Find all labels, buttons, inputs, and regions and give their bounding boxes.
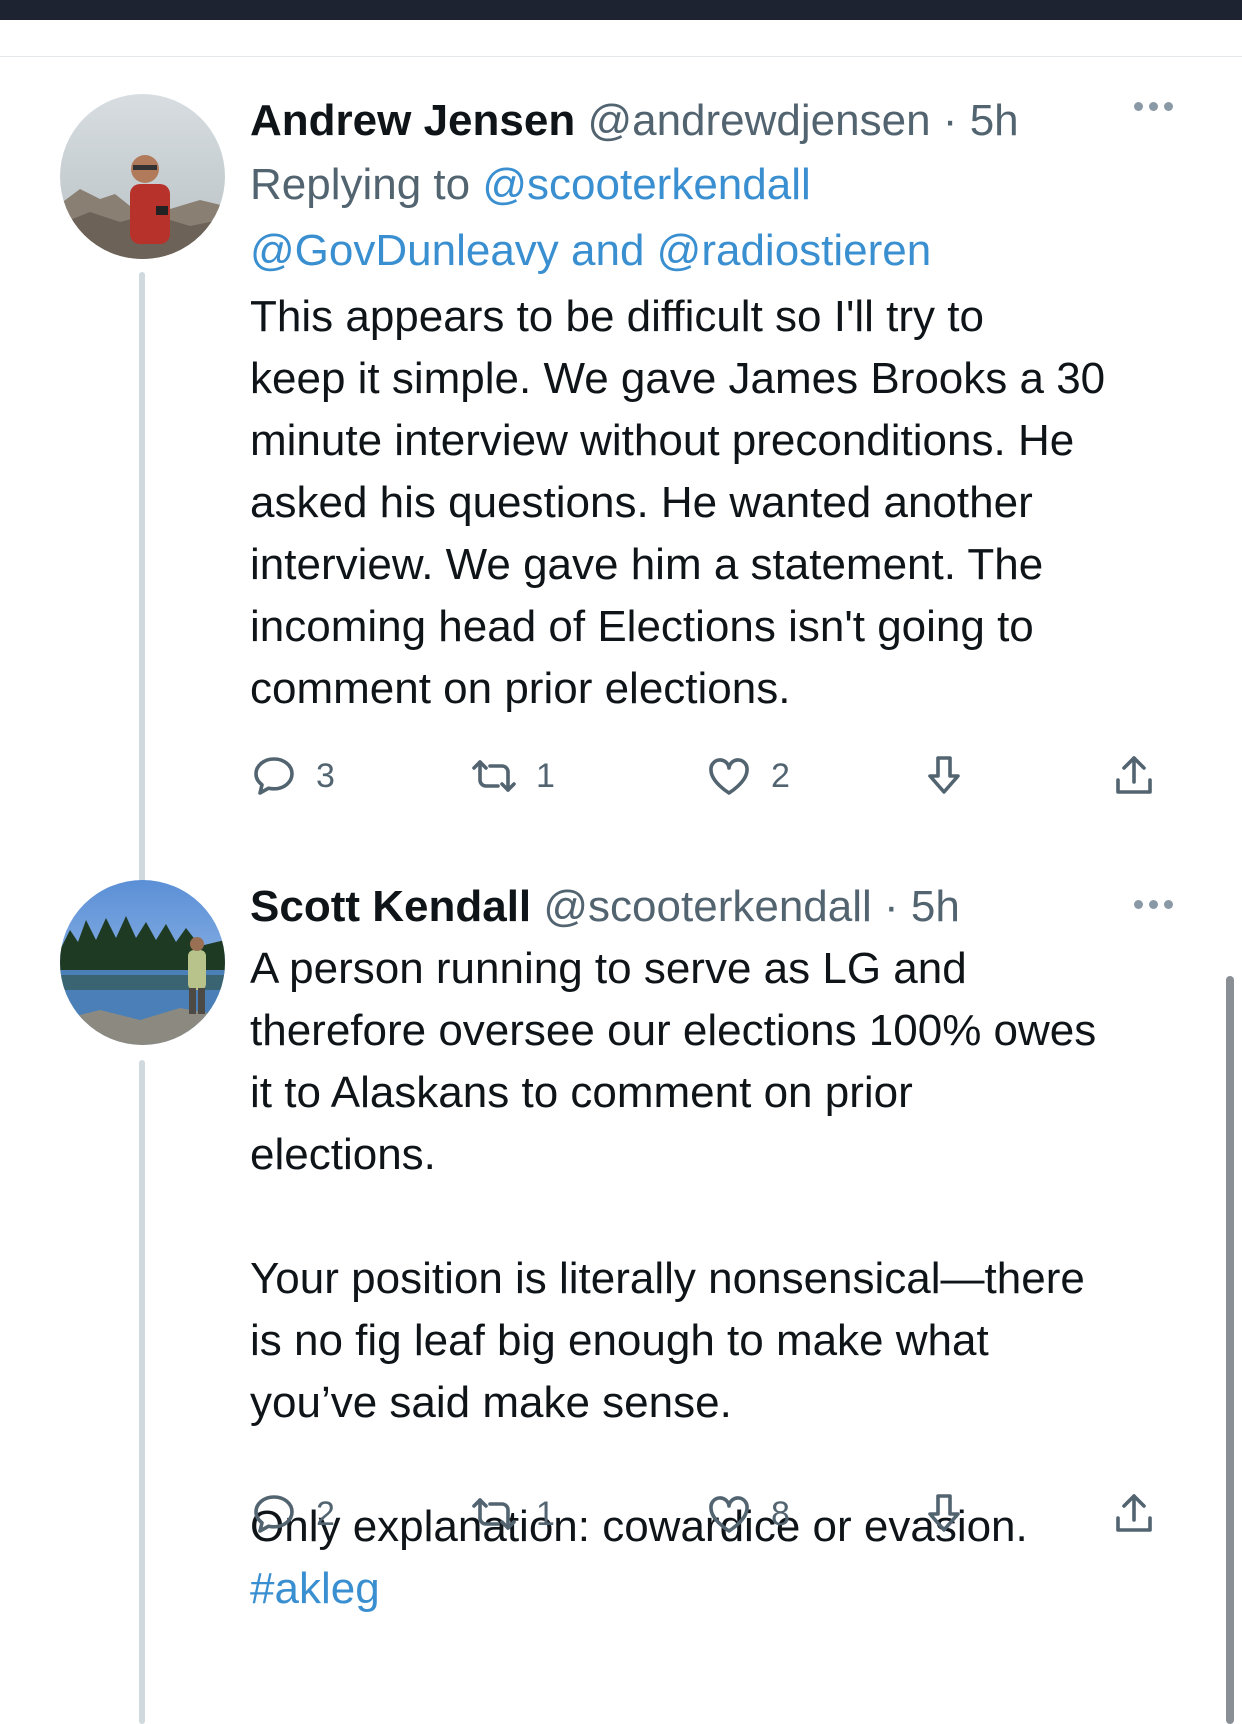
replying-to-continued: @GovDunleavy and @radiostieren — [250, 218, 1180, 284]
reply-count: 3 — [316, 756, 335, 795]
tweet-andrew-jensen[interactable]: Andrew Jensen @andrewdjensen · 5h Replyi… — [0, 70, 1242, 940]
reply-icon — [254, 1495, 294, 1533]
retweet-button[interactable]: 1 — [470, 1484, 555, 1544]
author-handle[interactable]: @scooterkendall — [543, 882, 871, 931]
arrow-down-icon — [928, 1494, 960, 1532]
author-name[interactable]: Scott Kendall — [250, 882, 531, 931]
mention-scooterkendall[interactable]: @scooterkendall — [482, 160, 810, 209]
text-line: incoming head of Elections isn't going t… — [250, 602, 1034, 651]
mention-govdunleavy[interactable]: @GovDunleavy — [250, 226, 559, 275]
share-button[interactable] — [1110, 1484, 1158, 1544]
reply-button[interactable]: 2 — [250, 1484, 335, 1544]
heart-icon — [709, 1496, 749, 1533]
retweet-count: 1 — [536, 756, 555, 795]
share-icon — [1116, 1494, 1152, 1532]
retweet-count: 1 — [536, 1494, 555, 1533]
text-line: asked his questions. He wanted another — [250, 478, 1033, 527]
separator: · — [942, 96, 958, 145]
like-button[interactable]: 2 — [705, 746, 790, 806]
arrow-down-icon — [928, 756, 960, 794]
thread-line — [139, 272, 145, 940]
heart-icon — [709, 758, 749, 795]
avatar[interactable] — [60, 880, 225, 1045]
text-line: comment on prior elections. — [250, 664, 791, 713]
status-bar — [0, 0, 1242, 20]
avatar[interactable] — [60, 94, 225, 259]
reply-count: 2 — [316, 1494, 335, 1533]
tweet-header: Andrew Jensen @andrewdjensen · 5h — [250, 90, 1180, 152]
replying-to: Replying to @scooterkendall — [250, 152, 1180, 218]
like-button[interactable]: 8 — [705, 1484, 790, 1544]
mention-radiostieren[interactable]: @radiostieren — [657, 226, 932, 275]
tweet-text: This appears to be difficult so I'll try… — [250, 286, 1180, 720]
text-line: A person running to serve as LG and — [250, 944, 967, 993]
replying-prefix: Replying to — [250, 160, 483, 209]
text-line: keep it simple. We gave James Brooks a 3… — [250, 354, 1106, 403]
tweet-header: Scott Kendall @scooterkendall · 5h — [250, 876, 1180, 938]
action-bar: 2 1 8 — [250, 1484, 1170, 1544]
share-button[interactable] — [1110, 746, 1158, 806]
text-line: therefore oversee our elections 100% owe… — [250, 1006, 1097, 1055]
reply-icon — [254, 757, 294, 795]
top-divider — [0, 56, 1242, 57]
timestamp[interactable]: 5h — [911, 882, 960, 931]
text-line: This appears to be difficult so I'll try… — [250, 292, 984, 341]
thread-line — [139, 1060, 145, 1724]
replying-and: and — [558, 226, 657, 275]
downvote-button[interactable] — [920, 1484, 968, 1544]
text-line: it to Alaskans to comment on prior — [250, 1068, 913, 1117]
text-line: interview. We gave him a statement. The — [250, 540, 1044, 589]
text-line: is no fig leaf big enough to make what — [250, 1316, 989, 1365]
separator: · — [884, 882, 899, 931]
reply-button[interactable]: 3 — [250, 746, 335, 806]
downvote-button[interactable] — [920, 746, 968, 806]
scrollbar[interactable] — [1226, 976, 1234, 1724]
text-line: Your position is literally nonsensical—t… — [250, 1254, 1085, 1303]
like-count: 2 — [771, 756, 790, 795]
text-line: you’ve said make sense. — [250, 1378, 732, 1427]
hashtag-link[interactable]: #akleg — [250, 1558, 1180, 1620]
text-line: minute interview without preconditions. … — [250, 416, 1075, 465]
like-count: 8 — [771, 1494, 790, 1533]
retweet-button[interactable]: 1 — [470, 746, 555, 806]
share-icon — [1116, 756, 1152, 794]
tweet-scott-kendall[interactable]: Scott Kendall @scooterkendall · 5h A per… — [0, 870, 1242, 1724]
timestamp[interactable]: 5h — [970, 96, 1019, 145]
retweet-icon — [472, 1498, 516, 1530]
action-bar: 3 1 2 — [250, 746, 1170, 806]
author-handle[interactable]: @andrewdjensen — [587, 96, 930, 145]
author-name[interactable]: Andrew Jensen — [250, 96, 575, 145]
text-line: elections. — [250, 1130, 436, 1179]
retweet-icon — [472, 760, 516, 792]
